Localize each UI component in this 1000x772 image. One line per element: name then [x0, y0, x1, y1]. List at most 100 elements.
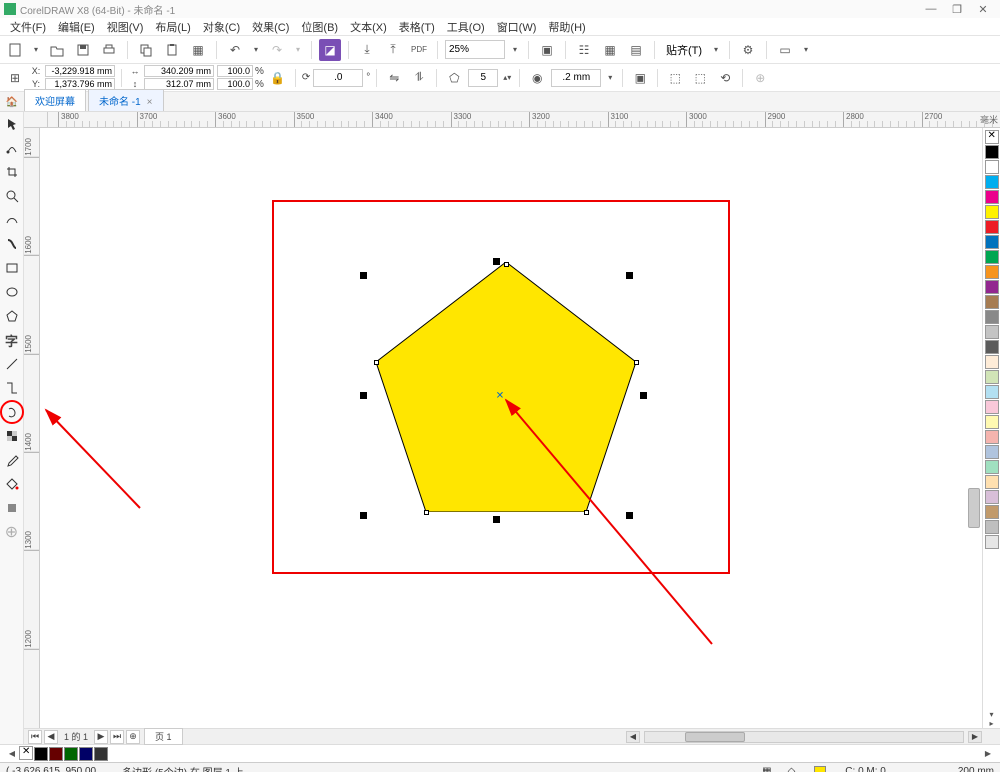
menu-table[interactable]: 表格(T)	[393, 19, 441, 35]
vscroll-thumb[interactable]	[968, 488, 980, 528]
copy-button[interactable]	[135, 39, 157, 61]
palette-swatch[interactable]	[985, 520, 999, 534]
wrap-button[interactable]: ▣	[629, 67, 651, 89]
crop-tool[interactable]	[2, 162, 22, 182]
palette-scroll-down[interactable]: ▾	[986, 710, 998, 719]
palette-swatch[interactable]	[985, 325, 999, 339]
doc-palette-prev[interactable]: ◀	[6, 749, 18, 758]
add-button[interactable]: ⊕	[749, 67, 771, 89]
menu-text[interactable]: 文本(X)	[344, 19, 393, 35]
node-top[interactable]	[504, 262, 509, 267]
palette-swatch[interactable]	[985, 235, 999, 249]
new-dropdown[interactable]: ▾	[30, 45, 42, 54]
no-fill-swatch[interactable]	[985, 130, 999, 144]
palette-swatch[interactable]	[985, 175, 999, 189]
palette-swatch[interactable]	[985, 475, 999, 489]
launch-dropdown[interactable]: ▾	[800, 45, 812, 54]
node-br[interactable]	[584, 510, 589, 515]
outline-input[interactable]	[551, 69, 601, 87]
palette-swatch[interactable]	[985, 145, 999, 159]
gridd-button[interactable]: ▤	[625, 39, 647, 61]
palette-swatch[interactable]	[985, 160, 999, 174]
hscroll-track[interactable]	[644, 731, 964, 743]
doc-palette-next[interactable]: ▶	[982, 749, 994, 758]
redo-dropdown[interactable]: ▾	[292, 45, 304, 54]
import-button[interactable]: ⤓	[356, 39, 378, 61]
palette-swatch[interactable]	[985, 340, 999, 354]
doc-nofill[interactable]	[19, 746, 33, 760]
snap-dropdown[interactable]: ▾	[710, 45, 722, 54]
palette-swatch[interactable]	[985, 445, 999, 459]
options-button[interactable]: ⚙	[737, 39, 759, 61]
undo-dropdown[interactable]: ▾	[250, 45, 262, 54]
drawing-canvas[interactable]: ✕	[40, 128, 982, 728]
doc-palette-swatch[interactable]	[79, 747, 93, 761]
mirror-v-button[interactable]: ⥮	[408, 67, 430, 89]
grid4-button[interactable]: ▦	[599, 39, 621, 61]
tab-close-icon[interactable]: ×	[147, 97, 153, 108]
front-button[interactable]: ⬚	[664, 67, 686, 89]
doc-palette-swatch[interactable]	[64, 747, 78, 761]
ruler-vertical[interactable]: 1700160015001400130012001100	[24, 128, 40, 728]
palette-swatch[interactable]	[985, 505, 999, 519]
sel-handle-se[interactable]	[626, 512, 633, 519]
sel-handle-sw[interactable]	[360, 512, 367, 519]
save-button[interactable]	[72, 39, 94, 61]
polygon-tool[interactable]	[2, 306, 22, 326]
palette-swatch[interactable]	[985, 400, 999, 414]
search-content-button[interactable]: ◪	[319, 39, 341, 61]
current-fill-swatch[interactable]	[814, 766, 826, 772]
zoom-dropdown[interactable]: ▾	[509, 45, 521, 54]
palette-swatch[interactable]	[985, 310, 999, 324]
ruler-horizontal[interactable]: 毫米 3800370036003500340033003200310030002…	[48, 112, 1000, 128]
palette-swatch[interactable]	[985, 535, 999, 549]
parallel-dim-tool[interactable]	[2, 354, 22, 374]
palette-swatch[interactable]	[985, 295, 999, 309]
palette-swatch[interactable]	[985, 205, 999, 219]
smart-fill-tool[interactable]	[2, 498, 22, 518]
grid3-button[interactable]: ☷	[573, 39, 595, 61]
node-l[interactable]	[374, 360, 379, 365]
palette-swatch[interactable]	[985, 385, 999, 399]
page-prev[interactable]: ◀	[44, 730, 58, 744]
pick-tool[interactable]	[2, 114, 22, 134]
paste-button[interactable]	[161, 39, 183, 61]
back-button[interactable]: ⬚	[689, 67, 711, 89]
outline-indicator-icon[interactable]: ◇	[788, 766, 796, 772]
outline-dropdown[interactable]: ▾	[604, 73, 616, 82]
ruler-corner[interactable]	[24, 112, 48, 128]
palette-swatch[interactable]	[985, 430, 999, 444]
palette-swatch[interactable]	[985, 460, 999, 474]
palette-swatch[interactable]	[985, 280, 999, 294]
doc-palette-swatch[interactable]	[49, 747, 63, 761]
print-button[interactable]	[98, 39, 120, 61]
palette-swatch[interactable]	[985, 355, 999, 369]
zoom-tool[interactable]	[2, 186, 22, 206]
node-r[interactable]	[634, 360, 639, 365]
lock-ratio-button[interactable]: 🔒	[267, 67, 289, 89]
menu-edit[interactable]: 编辑(E)	[52, 19, 101, 35]
undo-button[interactable]: ↶	[224, 39, 246, 61]
mirror-h-button[interactable]: ⇋	[383, 67, 405, 89]
sel-handle-nw[interactable]	[360, 272, 367, 279]
menu-window[interactable]: 窗口(W)	[491, 19, 543, 35]
palette-swatch[interactable]	[985, 190, 999, 204]
sel-handle-w[interactable]	[360, 392, 367, 399]
palette-swatch[interactable]	[985, 370, 999, 384]
sides-input[interactable]	[468, 69, 498, 87]
menu-layout[interactable]: 布局(L)	[149, 19, 196, 35]
transparency-tool[interactable]	[2, 426, 22, 446]
palette-swatch[interactable]	[985, 220, 999, 234]
sel-handle-e[interactable]	[640, 392, 647, 399]
menu-bitmap[interactable]: 位图(B)	[295, 19, 344, 35]
w-input[interactable]	[144, 65, 214, 77]
ellipse-tool[interactable]	[2, 282, 22, 302]
sides-spinner[interactable]: ▴▾	[501, 73, 513, 82]
hscroll-right[interactable]: ▶	[968, 731, 982, 743]
home-tab-icon[interactable]: 🏠	[4, 94, 20, 110]
menu-object[interactable]: 对象(C)	[197, 19, 246, 35]
palette-swatch[interactable]	[985, 250, 999, 264]
palette-swatch[interactable]	[985, 415, 999, 429]
palette-expand[interactable]: ▸	[986, 719, 998, 728]
open-button[interactable]	[46, 39, 68, 61]
